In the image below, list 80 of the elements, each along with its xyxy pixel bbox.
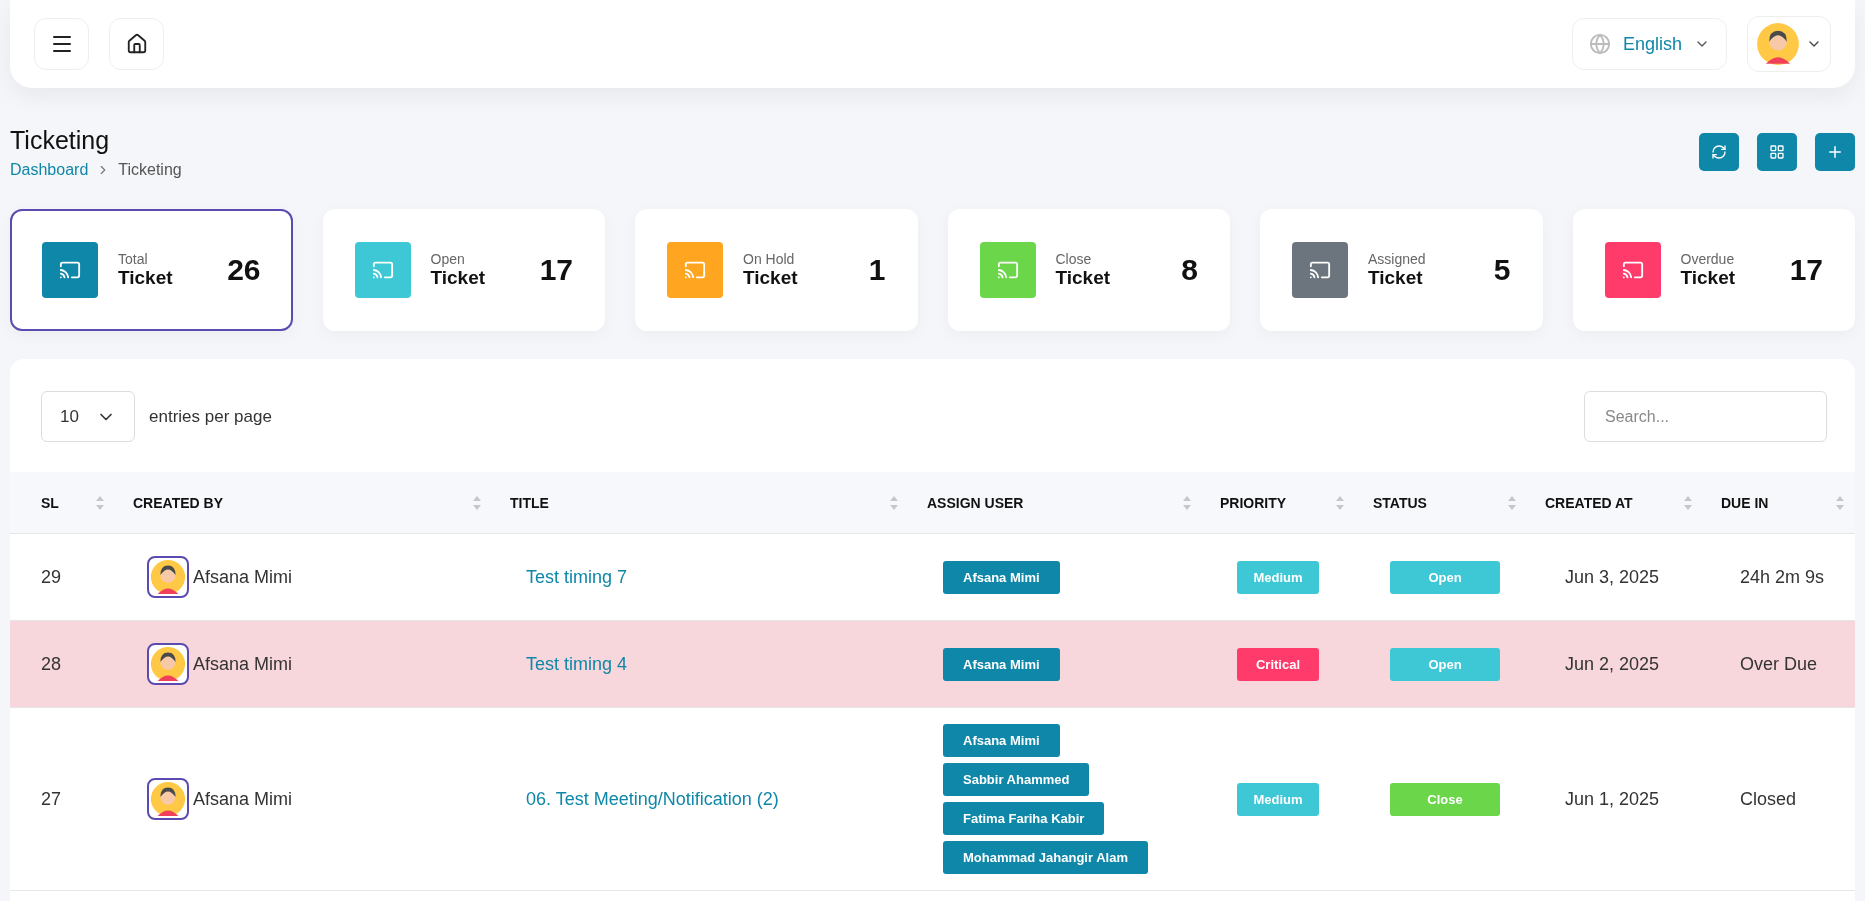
avatar-icon: [147, 643, 189, 685]
table-cell: 27: [41, 788, 62, 810]
status-tag: Close: [1390, 782, 1500, 816]
search-field[interactable]: Search...: [1584, 391, 1827, 442]
stat-caption: Open: [430, 251, 466, 267]
home-button[interactable]: [109, 18, 164, 70]
avatar-icon: [147, 556, 189, 598]
priority-tag: Medium: [1237, 782, 1319, 816]
stat-card[interactable]: Open Ticket 17: [322, 209, 605, 331]
stat-caption: Assigned: [1368, 251, 1427, 267]
column-header[interactable]: STATUS: [1373, 494, 1427, 511]
refresh-icon: [1711, 144, 1727, 160]
assignee-tag: Afsana Mimi: [943, 560, 1060, 594]
table-cell: 28: [41, 653, 62, 675]
priority-tag: Medium: [1237, 560, 1319, 594]
table-cell: Over Due: [1740, 653, 1818, 675]
stat-label: Ticket: [1055, 267, 1112, 289]
table-cell: Jun 3, 2025: [1565, 566, 1660, 588]
grid-view-button[interactable]: [1757, 133, 1797, 171]
assignee-tag: Sabbir Ahammed: [943, 763, 1090, 796]
assignee-tag: Afsana Mimi: [943, 647, 1060, 681]
stat-caption: Total: [118, 251, 149, 267]
page-title: Ticketing: [10, 126, 111, 155]
stat-label: Ticket: [1368, 267, 1424, 289]
page-size-select[interactable]: 10: [41, 391, 135, 442]
profile-button[interactable]: [1747, 16, 1831, 72]
menu-button[interactable]: [34, 18, 89, 70]
table-cell: Afsana Mimi: [193, 788, 293, 810]
grid-icon: [1769, 144, 1785, 160]
column-header[interactable]: CREATED AT: [1545, 494, 1633, 511]
table-cell: Jun 1, 2025: [1565, 788, 1660, 810]
assignee-tag: Fatima Fariha Kabir: [943, 802, 1105, 835]
column-header[interactable]: ASSIGN USER: [927, 494, 1024, 511]
language-button[interactable]: English: [1571, 18, 1727, 70]
column-header[interactable]: CREATED BY: [133, 494, 223, 511]
avatar-icon: [147, 778, 189, 820]
refresh-button[interactable]: [1699, 133, 1739, 171]
globe-icon: [1588, 33, 1611, 55]
assignee-tag: Mohammad Jahangir Alam: [943, 841, 1148, 874]
column-header[interactable]: TITLE: [510, 494, 549, 511]
avatar-icon: [1756, 22, 1800, 66]
status-tag: Open: [1390, 647, 1500, 681]
stat-value: 1: [868, 253, 886, 287]
stat-card[interactable]: Close Ticket 8: [947, 209, 1230, 331]
table-cell: Afsana Mimi: [193, 653, 293, 675]
status-tag: Open: [1390, 560, 1500, 594]
table-cell: Closed: [1740, 788, 1797, 810]
column-header[interactable]: PRIORITY: [1220, 494, 1287, 511]
stat-card[interactable]: On Hold Ticket 1: [635, 209, 918, 331]
stat-card[interactable]: Total Ticket 26: [10, 209, 293, 331]
stat-value: 8: [1181, 253, 1198, 287]
breadcrumb-link[interactable]: Dashboard: [10, 161, 89, 179]
table-cell: 24h 2m 9s: [1740, 566, 1825, 588]
add-button[interactable]: [1815, 133, 1855, 171]
ticket-title-link[interactable]: 06. Test Meeting/Notification (2): [526, 788, 779, 810]
column-header[interactable]: DUE IN: [1721, 494, 1769, 511]
home-icon: [125, 33, 148, 55]
breadcrumb-current: Ticketing: [118, 161, 182, 179]
stat-value: 26: [227, 253, 261, 287]
table-cell: 29: [41, 566, 62, 588]
stat-caption: On Hold: [743, 251, 796, 267]
table-cell: Jun 2, 2025: [1565, 653, 1660, 675]
stat-label: Ticket: [430, 267, 487, 289]
stat-caption: Close: [1055, 251, 1093, 267]
page-size-label: entries per page: [149, 406, 272, 427]
plus-icon: [1826, 143, 1844, 161]
stat-value: 17: [1789, 253, 1823, 287]
stat-value: 5: [1493, 253, 1511, 287]
stat-label: Ticket: [1680, 267, 1737, 289]
stat-label: Ticket: [743, 267, 799, 289]
ticket-title-link[interactable]: Test timing 7: [526, 566, 628, 588]
priority-tag: Critical: [1237, 647, 1319, 681]
stat-value: 17: [539, 253, 573, 287]
stat-card[interactable]: Assigned Ticket 5: [1260, 209, 1543, 331]
assignee-tag: Afsana Mimi: [943, 724, 1060, 757]
stat-caption: Overdue: [1680, 251, 1736, 267]
table-cell: Afsana Mimi: [193, 566, 293, 588]
stat-label: Ticket: [118, 267, 174, 289]
stat-card[interactable]: Overdue Ticket 17: [1572, 209, 1855, 331]
column-header[interactable]: SL: [41, 494, 59, 511]
